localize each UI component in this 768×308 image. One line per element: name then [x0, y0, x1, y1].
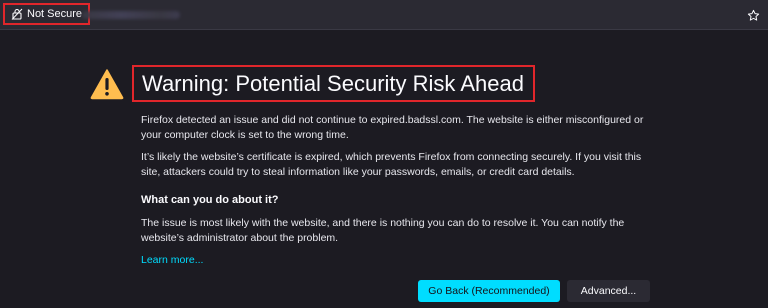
learn-more-link[interactable]: Learn more...	[141, 254, 203, 266]
warning-triangle-icon	[90, 68, 124, 100]
site-security-indicator[interactable]: Not Secure	[3, 3, 91, 25]
url-bar: Not Secure	[0, 0, 768, 30]
star-icon[interactable]	[744, 6, 762, 24]
risk-description: It’s likely the website’s certificate is…	[141, 151, 642, 178]
url-text-redacted[interactable]	[82, 11, 180, 19]
advanced-button[interactable]: Advanced...	[567, 280, 650, 302]
page-title: Warning: Potential Security Risk Ahead	[132, 65, 535, 102]
issue-description: Firefox detected an issue and did not co…	[141, 114, 644, 141]
broken-lock-icon	[11, 8, 23, 20]
error-page: Warning: Potential Security Risk Ahead F…	[0, 30, 768, 308]
what-can-you-do-heading: What can you do about it?	[141, 194, 279, 206]
security-label: Not Secure	[27, 8, 83, 20]
go-back-button[interactable]: Go Back (Recommended)	[418, 280, 560, 302]
resolution-description: The issue is most likely with the websit…	[141, 217, 625, 244]
